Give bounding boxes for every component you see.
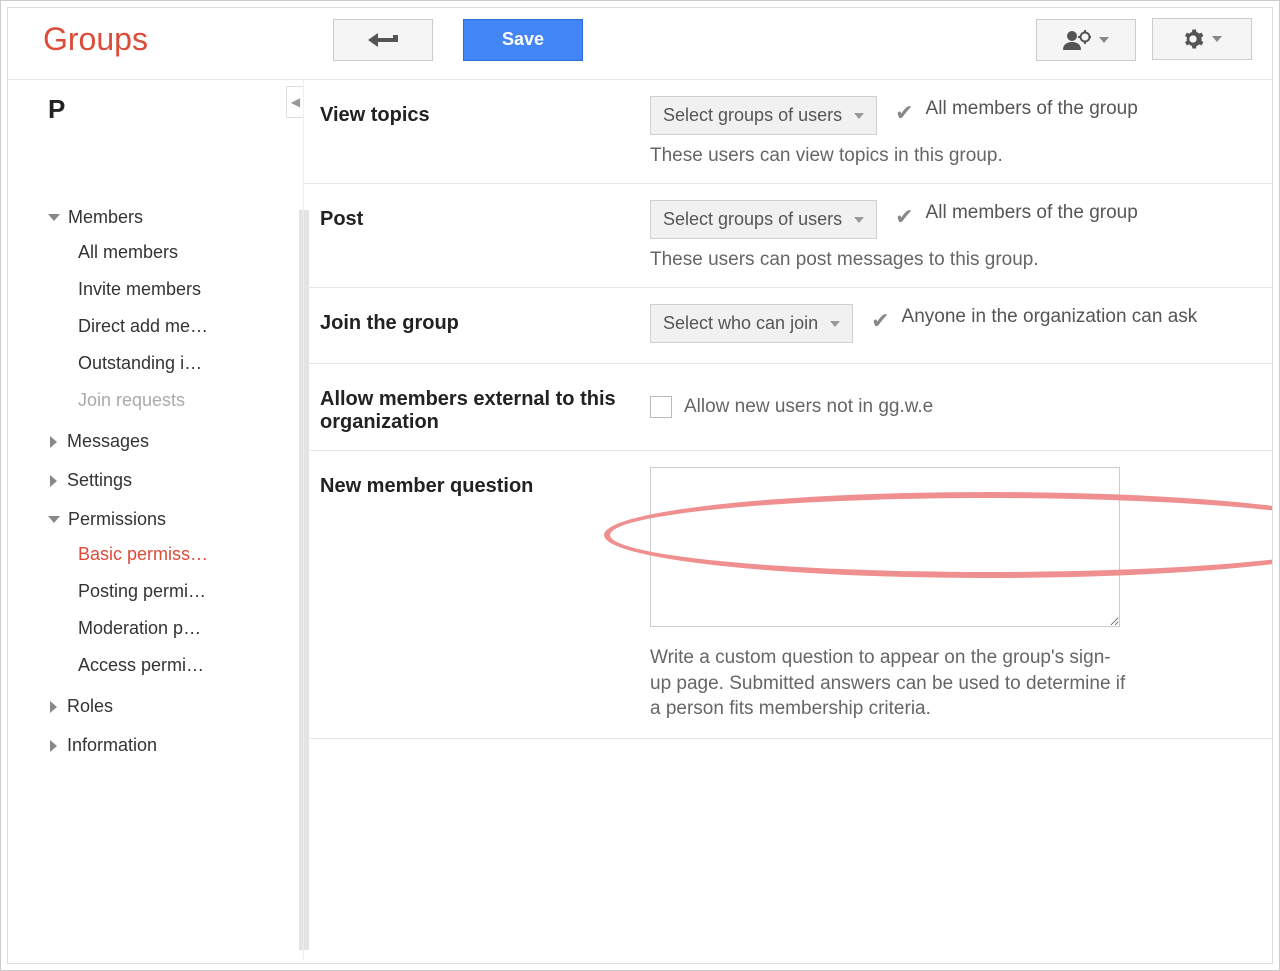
post-summary: All members of the group bbox=[926, 200, 1232, 226]
view-topics-label: View topics bbox=[320, 96, 650, 167]
check-icon: ✔ bbox=[895, 204, 913, 230]
chevron-right-icon bbox=[50, 436, 57, 448]
chevron-down-icon bbox=[1099, 37, 1109, 43]
chevron-down-icon bbox=[1212, 36, 1222, 42]
nav-roles[interactable]: Roles bbox=[48, 690, 303, 723]
view-topics-desc: These users can view topics in this grou… bbox=[650, 145, 1232, 167]
new-member-question-desc: Write a custom question to appear on the… bbox=[650, 645, 1130, 722]
nav-permissions[interactable]: Permissions bbox=[48, 503, 303, 536]
check-icon: ✔ bbox=[895, 100, 913, 126]
allow-external-checkbox[interactable] bbox=[650, 396, 672, 418]
join-summary: Anyone in the organization can ask bbox=[902, 304, 1232, 330]
chevron-right-icon bbox=[50, 701, 57, 713]
nav-settings[interactable]: Settings bbox=[48, 464, 303, 497]
chevron-down-icon bbox=[830, 321, 840, 327]
nav-messages[interactable]: Messages bbox=[48, 425, 303, 458]
nav-posting-permissions[interactable]: Posting permi… bbox=[78, 573, 243, 610]
back-arrow-icon bbox=[368, 32, 398, 48]
chevron-down-icon bbox=[854, 217, 864, 223]
nav-access-permissions[interactable]: Access permi… bbox=[78, 647, 243, 684]
check-icon: ✔ bbox=[871, 308, 889, 334]
chevron-right-icon bbox=[50, 475, 57, 487]
nav-all-members[interactable]: All members bbox=[78, 234, 243, 271]
new-member-question-label: New member question bbox=[320, 467, 650, 722]
allow-external-checkbox-label: Allow new users not in gg.w.e bbox=[684, 396, 933, 418]
post-select[interactable]: Select groups of users bbox=[650, 200, 877, 239]
allow-external-label: Allow members external to this organizat… bbox=[320, 380, 650, 434]
save-button[interactable]: Save bbox=[463, 19, 583, 61]
nav-information[interactable]: Information bbox=[48, 729, 303, 762]
gear-icon bbox=[1182, 28, 1204, 50]
nav-outstanding[interactable]: Outstanding i… bbox=[78, 345, 243, 382]
settings-gear-button[interactable] bbox=[1152, 18, 1252, 60]
app-title: Groups bbox=[43, 21, 333, 58]
member-settings-button[interactable] bbox=[1036, 19, 1136, 61]
new-member-question-textarea[interactable] bbox=[650, 467, 1120, 627]
nav-direct-add[interactable]: Direct add me… bbox=[78, 308, 243, 345]
chevron-down-icon bbox=[48, 516, 60, 523]
nav-join-requests[interactable]: Join requests bbox=[78, 382, 243, 419]
chevron-down-icon bbox=[854, 113, 864, 119]
sidebar-letter: P bbox=[48, 94, 303, 125]
view-topics-select[interactable]: Select groups of users bbox=[650, 96, 877, 135]
join-label: Join the group bbox=[320, 304, 650, 347]
sidebar: P ◀ Members All members Invite members D… bbox=[8, 80, 303, 960]
back-button[interactable] bbox=[333, 19, 433, 61]
view-topics-summary: All members of the group bbox=[926, 96, 1232, 122]
nav-basic-permissions[interactable]: Basic permiss… bbox=[78, 536, 243, 573]
post-label: Post bbox=[320, 200, 650, 271]
person-gear-icon bbox=[1063, 30, 1091, 50]
nav-members[interactable]: Members bbox=[48, 201, 303, 234]
top-bar: Groups Save bbox=[8, 8, 1272, 80]
join-select[interactable]: Select who can join bbox=[650, 304, 853, 343]
nav-invite-members[interactable]: Invite members bbox=[78, 271, 243, 308]
chevron-right-icon bbox=[50, 740, 57, 752]
nav-moderation-permissions[interactable]: Moderation p… bbox=[78, 610, 243, 647]
settings-panel: View topics Select groups of users ✔ All… bbox=[303, 80, 1272, 960]
post-desc: These users can post messages to this gr… bbox=[650, 249, 1232, 271]
sidebar-collapse-tab[interactable]: ◀ bbox=[286, 86, 304, 118]
chevron-down-icon bbox=[48, 214, 60, 221]
